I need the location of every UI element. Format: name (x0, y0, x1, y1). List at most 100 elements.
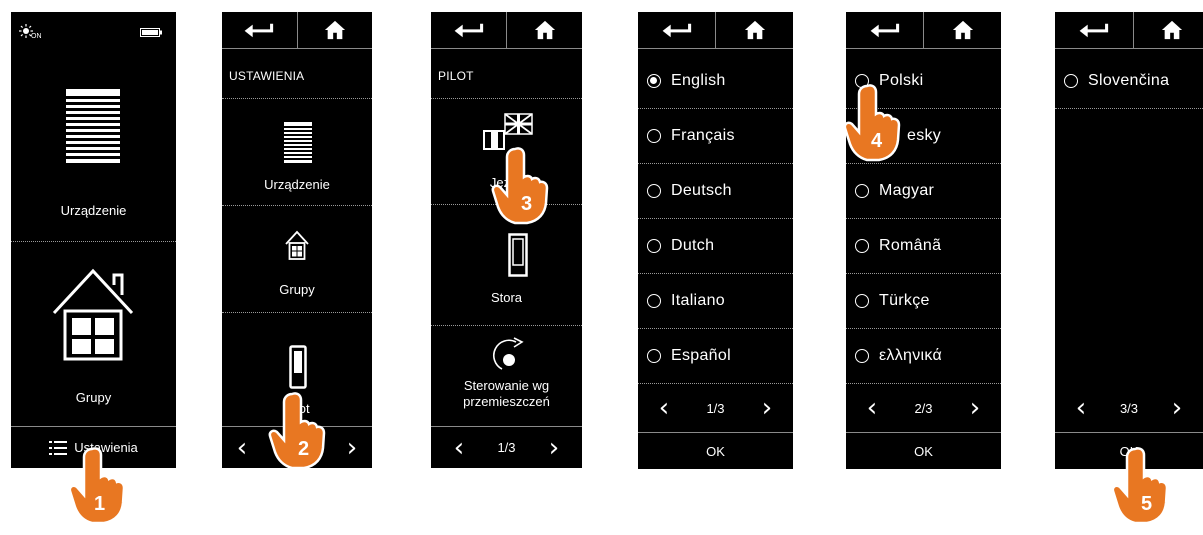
prev-page-button[interactable]: ‹ (232, 435, 252, 461)
back-button[interactable] (846, 12, 923, 48)
device-item[interactable]: Urządzenie (222, 99, 372, 205)
back-button[interactable] (431, 12, 506, 48)
back-icon (659, 19, 695, 41)
radio[interactable] (855, 349, 869, 363)
language-name: Românã (879, 237, 942, 254)
page-indicator: 1/3 (497, 440, 516, 455)
page-indicator: 3/3 (1119, 400, 1139, 416)
language-option[interactable]: Türkçe (846, 274, 1001, 329)
step-3-hand: 3 (491, 145, 551, 225)
language-option[interactable]: Español (638, 329, 793, 384)
groups-item[interactable]: Grupy (222, 206, 372, 312)
language-name: English (671, 72, 726, 89)
motion-control-item[interactable]: Sterowanie wg przemieszczeń (431, 326, 582, 426)
next-page-button[interactable]: › (1167, 395, 1187, 421)
radio[interactable] (647, 349, 661, 363)
house-group-icon (285, 230, 309, 260)
screen-language-page-3: Slovenčina ‹ 3/3 › OK (1055, 12, 1203, 469)
prev-page-button[interactable]: ‹ (654, 395, 674, 421)
language-option[interactable]: ελληνικά (846, 329, 1001, 384)
pager: ‹ 3/3 › (1055, 384, 1203, 432)
back-button[interactable] (222, 12, 297, 48)
language-option[interactable]: Deutsch (638, 164, 793, 219)
header-bar (222, 12, 372, 49)
language-option[interactable]: Italiano (638, 274, 793, 329)
radio[interactable] (647, 184, 661, 198)
home-button[interactable] (923, 12, 1001, 48)
groups-item[interactable]: Grupy (11, 252, 176, 422)
ok-button[interactable]: OK (638, 432, 793, 469)
language-name: Español (671, 347, 731, 364)
back-icon (241, 19, 277, 41)
prev-page-button[interactable]: ‹ (449, 435, 469, 461)
radio[interactable] (647, 239, 661, 253)
header-bar (846, 12, 1001, 49)
radio[interactable] (647, 129, 661, 143)
step-number: 5 (1141, 493, 1153, 515)
language-name: Slovenčina (1088, 72, 1170, 89)
device-label: Urządzenie (60, 203, 127, 218)
back-button[interactable] (638, 12, 715, 48)
status-on-label: ON (31, 33, 42, 40)
next-page-button[interactable]: › (965, 395, 985, 421)
home-icon (1161, 19, 1183, 41)
next-page-button[interactable]: › (757, 395, 777, 421)
language-name: ελληνικά (879, 347, 943, 364)
device-item[interactable]: Urządzenie (11, 52, 176, 250)
screen-language-page-1: English Français Deutsch Dutch Italiano … (638, 12, 793, 469)
radio[interactable] (855, 239, 869, 253)
battery-icon (140, 28, 162, 37)
next-page-button[interactable]: › (342, 435, 362, 461)
home-icon (534, 19, 556, 41)
home-button[interactable] (1132, 12, 1203, 48)
radio[interactable] (855, 294, 869, 308)
language-option[interactable]: Français (638, 109, 793, 164)
back-icon (1076, 19, 1112, 41)
page-indicator: 1/3 (706, 400, 725, 416)
language-name: Magyar (879, 182, 935, 199)
radio-selected[interactable] (647, 74, 661, 88)
radio[interactable] (855, 184, 869, 198)
language-name: Dutch (671, 237, 715, 254)
header-bar (1055, 12, 1203, 49)
remote-icon (289, 345, 307, 389)
language-option[interactable]: English (638, 54, 793, 109)
step-1-hand: 1 (68, 445, 128, 525)
language-option[interactable]: Românã (846, 219, 1001, 274)
step-number: 4 (871, 130, 883, 152)
language-option[interactable]: Magyar (846, 164, 1001, 219)
screen-remote: PILOT Język Stora Sterowanie wg przemies… (431, 12, 582, 468)
language-name: Italiano (671, 292, 725, 309)
groups-label: Grupy (279, 282, 315, 297)
home-icon (324, 19, 346, 41)
next-page-button[interactable]: › (544, 435, 564, 461)
motion-control-label-2: przemieszczeń (463, 394, 550, 409)
blind-switch-icon (508, 233, 528, 277)
radio[interactable] (647, 294, 661, 308)
radio[interactable] (1064, 74, 1078, 88)
prev-page-button[interactable]: ‹ (1071, 395, 1091, 421)
ok-button[interactable]: OK (846, 432, 1001, 469)
blind-icon (66, 89, 120, 163)
list-icon (49, 440, 68, 455)
step-number: 2 (298, 438, 310, 460)
step-2-hand: 2 (268, 390, 328, 470)
home-button[interactable] (506, 12, 582, 48)
house-group-icon (52, 268, 134, 361)
step-number: 1 (94, 493, 106, 515)
step-5-hand: 5 (1111, 445, 1171, 525)
screen-home: ON Urządzenie Grupy Ustawienia (11, 12, 176, 468)
motion-control-icon (493, 337, 524, 370)
device-label: Urządzenie (264, 177, 330, 192)
prev-page-button[interactable]: ‹ (862, 395, 882, 421)
pager: ‹ 1/3 › (431, 426, 582, 468)
home-button[interactable] (296, 12, 373, 48)
header-bar (431, 12, 582, 49)
language-option[interactable]: Dutch (638, 219, 793, 274)
language-name: esky (907, 127, 942, 144)
motion-control-label-1: Sterowanie wg (463, 378, 550, 393)
page-title: PILOT (438, 69, 474, 83)
back-button[interactable] (1055, 12, 1133, 48)
home-button[interactable] (715, 12, 793, 48)
language-option[interactable]: Slovenčina (1055, 54, 1203, 109)
